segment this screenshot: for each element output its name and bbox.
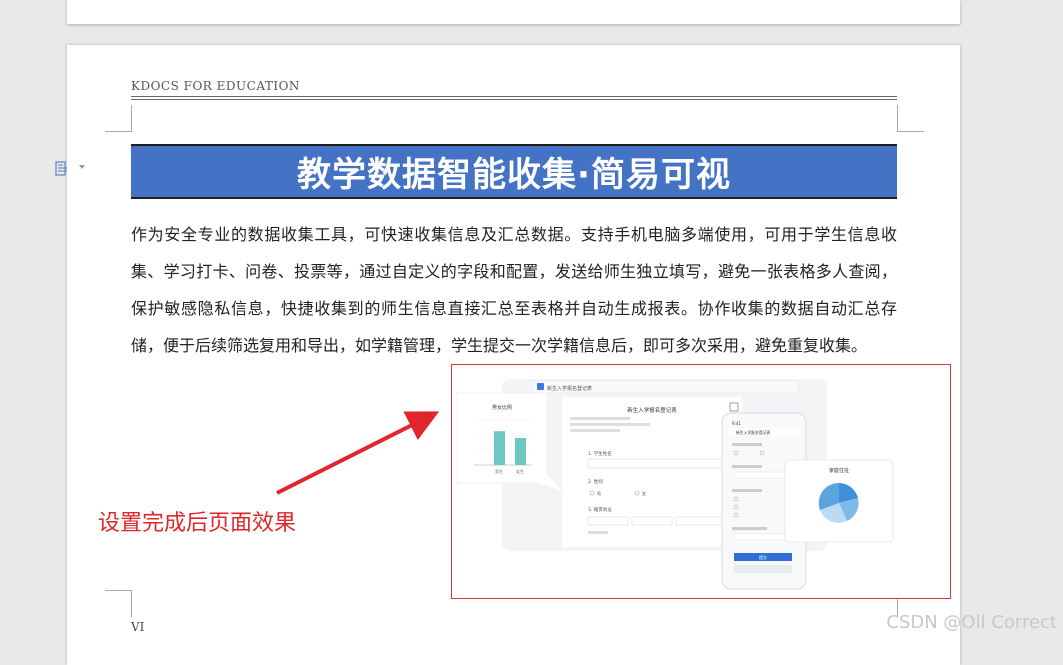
bar-chart-title: 男女比例 (492, 404, 512, 411)
field-name-label: 1. 学生姓名 (588, 450, 612, 457)
margin-corner-mark (105, 105, 132, 132)
margin-corner-mark (897, 105, 924, 132)
field-gender-label: 2. 性别 (588, 478, 603, 485)
previous-page-bottom (67, 0, 960, 24)
gender-option-male: 男 (597, 491, 601, 496)
body-paragraph: 作为安全专业的数据收集工具，可快速收集信息及汇总数据。支持手机电脑多端使用，可用… (131, 225, 897, 355)
bar-label-male: 男生 (495, 468, 503, 474)
pie-chart-card: 家庭住址 (784, 459, 894, 543)
bar-female (515, 438, 526, 465)
watermark-text: CSDN @Oll Correct (886, 612, 1057, 633)
bar-male (494, 431, 505, 465)
document-title: 教学数据智能收集·简易可视 (297, 155, 731, 195)
page-header-text: KDOCS FOR EDUCATION (131, 79, 300, 93)
mobile-submit-label: 提交 (759, 554, 767, 560)
mobile-time: 9:41 (732, 421, 741, 426)
chevron-down-icon[interactable] (79, 165, 85, 169)
window-title: 新生入学报名登记表 (547, 385, 592, 392)
embedded-screenshot: 新生入学报名登记表 新生入学报名登记表 1. 学生姓名 2. 性别 男 女 3.… (451, 364, 951, 599)
gender-option-female: 女 (642, 490, 646, 496)
screenshot-illustration: 新生入学报名登记表 新生入学报名登记表 1. 学生姓名 2. 性别 男 女 3.… (456, 379, 894, 590)
bar-label-female: 女生 (516, 468, 524, 474)
header-rule (131, 99, 897, 100)
field-grade-label: 3. 籍贯地址 (588, 506, 612, 513)
page-footer-number: VI (131, 620, 145, 634)
title-band: 教学数据智能收集·简易可视 (131, 144, 897, 199)
mobile-form-title: 新生入学报名登记表 (736, 430, 770, 435)
header-rule (131, 96, 897, 97)
pie-chart-title: 家庭住址 (829, 467, 849, 474)
annotation-label: 设置完成后页面效果 (98, 511, 297, 536)
form-title: 新生入学报名登记表 (627, 406, 677, 414)
margin-corner-mark (105, 590, 132, 617)
paragraph-options-icon[interactable] (55, 161, 69, 177)
